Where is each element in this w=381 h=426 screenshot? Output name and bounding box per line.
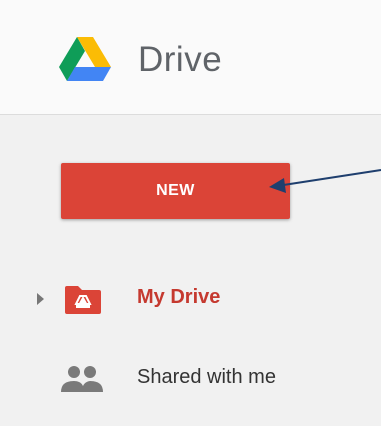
sidebar-item-label: My Drive: [137, 286, 221, 308]
google-drive-logo-icon[interactable]: [59, 37, 111, 81]
sidebar-item-my-drive[interactable]: My Drive: [0, 272, 381, 324]
my-drive-folder-icon: [65, 286, 101, 314]
app-title: Drive: [138, 40, 223, 79]
people-icon: [61, 366, 103, 392]
expand-caret-icon[interactable]: [37, 293, 44, 305]
sidebar-item-label: Shared with me: [137, 366, 276, 388]
annotation-arrow-icon: [269, 169, 381, 193]
new-button-label: NEW: [156, 182, 195, 199]
sidebar-item-shared-with-me[interactable]: Shared with me: [0, 352, 381, 404]
header-bar: Drive: [0, 0, 381, 115]
new-button[interactable]: NEW: [61, 163, 290, 219]
drive-app-window: Drive NEW My Drive Shared with me: [0, 0, 381, 426]
